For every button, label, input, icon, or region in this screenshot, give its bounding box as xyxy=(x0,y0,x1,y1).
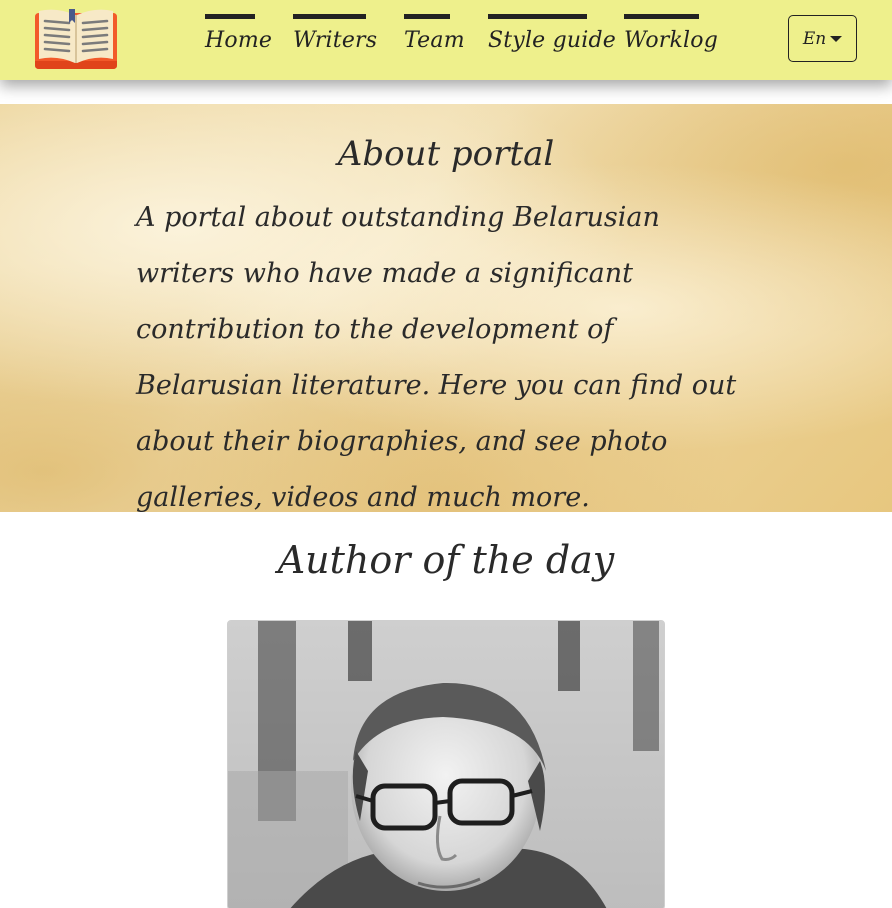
author-portrait-image xyxy=(228,621,664,908)
nav-team[interactable]: Team xyxy=(404,14,465,60)
nav-writers[interactable]: Writers xyxy=(293,14,377,60)
about-title: About portal xyxy=(337,134,555,174)
about-text: A portal about outstanding Belarusian wr… xyxy=(136,202,737,513)
caret-down-icon xyxy=(830,36,843,42)
language-dropdown-button[interactable]: En xyxy=(788,15,857,62)
open-book-icon xyxy=(35,9,117,69)
nav-worklog[interactable]: Worklog xyxy=(624,14,718,60)
nav-style-guide[interactable]: Style guide xyxy=(488,14,616,60)
about-section: About portal A portal about outstanding … xyxy=(0,104,892,513)
language-label: En xyxy=(802,28,827,49)
nav-home[interactable]: Home xyxy=(205,14,272,60)
author-of-day-title: Author of the day xyxy=(277,538,615,582)
author-photo[interactable] xyxy=(227,620,665,908)
site-header: Home Writers Team Style guide Worklog En xyxy=(0,0,892,80)
